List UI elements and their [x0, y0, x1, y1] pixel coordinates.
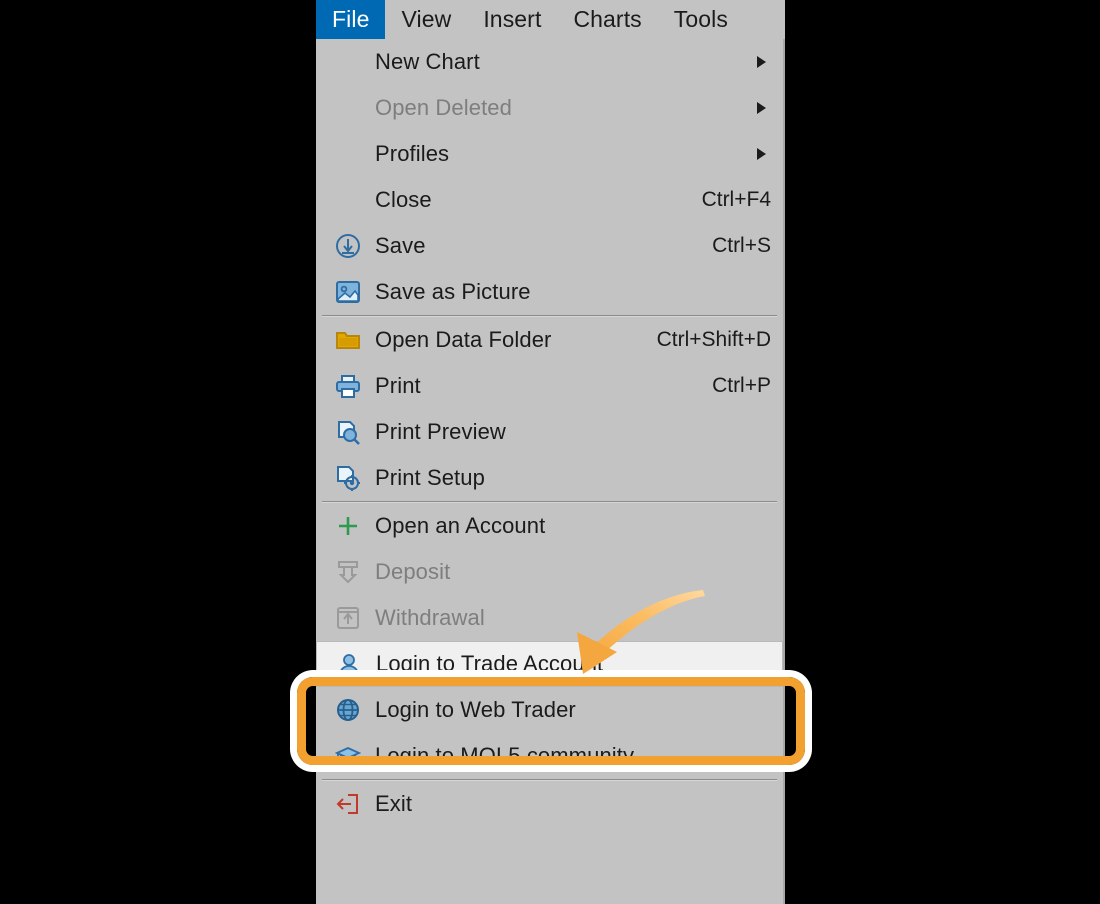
- menu-item-close[interactable]: Close Ctrl+F4: [316, 177, 783, 223]
- menu-item-label: Open Data Folder: [375, 327, 552, 352]
- menu-item-label: Open Deleted: [375, 95, 512, 120]
- menu-item-label: Close: [375, 187, 432, 212]
- menu-item-label: Withdrawal: [375, 605, 485, 630]
- menubar-item-file[interactable]: File: [316, 0, 386, 39]
- menu-item-profiles[interactable]: Profiles: [316, 131, 783, 177]
- menu-item-save-as-picture[interactable]: Save as Picture: [316, 269, 783, 315]
- menu-item-label: Login to Trade Account: [376, 651, 604, 676]
- menu-item-shortcut: Ctrl+F4: [701, 188, 771, 211]
- menu-item-label: Login to MQL5.community: [375, 743, 635, 768]
- menu-bar: File View Insert Charts Tools: [316, 0, 785, 39]
- menu-item-shortcut: Ctrl+S: [712, 234, 771, 257]
- preview-icon: [334, 418, 362, 446]
- setup-icon: [334, 464, 362, 492]
- menu-item-label: New Chart: [375, 49, 480, 74]
- submenu-chevron-right-icon: [757, 102, 766, 114]
- picture-icon: [334, 278, 362, 306]
- menu-item-label: Print: [375, 373, 421, 398]
- menubar-item-view[interactable]: View: [385, 0, 467, 39]
- menu-item-label: Login to Web Trader: [375, 697, 576, 722]
- menubar-item-tools[interactable]: Tools: [658, 0, 744, 39]
- menu-item-login-to-web-trader[interactable]: Login to Web Trader: [316, 687, 783, 733]
- menu-item-exit[interactable]: Exit: [316, 781, 783, 827]
- menu-item-new-chart[interactable]: New Chart: [316, 39, 783, 85]
- menu-item-withdrawal: Withdrawal: [316, 595, 783, 641]
- menu-item-print-preview[interactable]: Print Preview: [316, 409, 783, 455]
- menu-item-label: Deposit: [375, 559, 451, 584]
- menubar-item-charts[interactable]: Charts: [557, 0, 657, 39]
- submenu-chevron-right-icon: [757, 148, 766, 160]
- menu-item-label: Print Setup: [375, 465, 485, 490]
- menu-item-label: Exit: [375, 791, 413, 816]
- folder-icon: [334, 326, 362, 354]
- deposit-icon: [334, 558, 362, 586]
- exit-icon: [334, 790, 362, 818]
- printer-icon: [334, 372, 362, 400]
- withdrawal-icon: [334, 604, 362, 632]
- save-icon: [334, 232, 362, 260]
- menu-item-label: Open an Account: [375, 513, 546, 538]
- menu-item-label: Print Preview: [375, 419, 506, 444]
- graduation-icon: [334, 742, 362, 770]
- globe-icon: [334, 696, 362, 724]
- menu-item-login-to-mql5-community[interactable]: Login to MQL5.community: [316, 733, 783, 779]
- file-dropdown-menu: New Chart Open Deleted Profiles Close Ctrl+F…: [316, 39, 785, 904]
- menu-item-shortcut: Ctrl+Shift+D: [656, 328, 771, 351]
- menu-item-deposit: Deposit: [316, 549, 783, 595]
- menu-item-label: Save: [375, 233, 426, 258]
- menu-item-print[interactable]: Print Ctrl+P: [316, 363, 783, 409]
- menu-item-print-setup[interactable]: Print Setup: [316, 455, 783, 501]
- menu-item-save[interactable]: Save Ctrl+S: [316, 223, 783, 269]
- submenu-chevron-right-icon: [757, 56, 766, 68]
- menu-item-label: Profiles: [375, 141, 450, 166]
- menu-item-label: Save as Picture: [375, 279, 531, 304]
- menu-item-open-deleted: Open Deleted: [316, 85, 783, 131]
- menubar-item-insert[interactable]: Insert: [467, 0, 557, 39]
- menu-item-open-an-account[interactable]: Open an Account: [316, 503, 783, 549]
- menu-item-login-to-trade-account[interactable]: Login to Trade Account: [316, 641, 783, 687]
- user-icon: [335, 651, 363, 679]
- menu-item-open-data-folder[interactable]: Open Data Folder Ctrl+Shift+D: [316, 317, 783, 363]
- menu-item-shortcut: Ctrl+P: [712, 374, 771, 397]
- plus-icon: [334, 512, 362, 540]
